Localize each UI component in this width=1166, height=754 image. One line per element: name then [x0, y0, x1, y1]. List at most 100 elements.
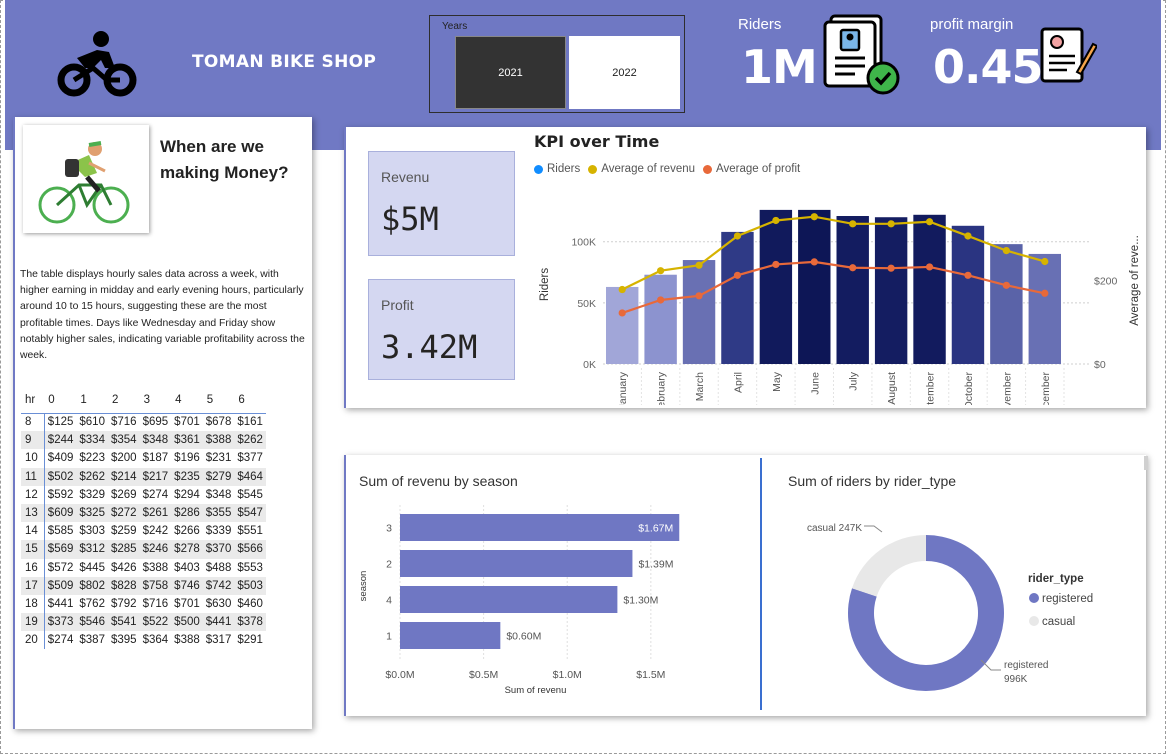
sales-cell: $409 [47, 452, 74, 465]
casual-leader-line [864, 525, 883, 533]
table-row: 14 $585 $303 $259 $242 $266 $339 $551 [21, 522, 266, 541]
revenue-point [849, 220, 857, 228]
sales-cell: $355 [202, 503, 235, 523]
year-option-2021[interactable]: 2021 [455, 36, 566, 109]
hourly-sales-panel: When are we making Money? The table disp… [13, 117, 312, 729]
revenue-card-label: Revenu [381, 169, 430, 185]
sales-cell: $259 [110, 525, 137, 538]
hour-cell: 14 [21, 522, 45, 541]
profit-point [925, 263, 934, 271]
sales-cell: $441 [47, 597, 74, 610]
sales-cell: $426 [110, 561, 137, 574]
season-data-label: $0.60M [506, 631, 541, 643]
season-tick-label: 4 [386, 595, 392, 607]
riders-kpi-value: 1M [741, 40, 818, 94]
sales-cell: $262 [76, 467, 108, 486]
revenue-point [657, 267, 665, 275]
sales-cell: $746 [171, 576, 203, 595]
slicer-label: Years [442, 21, 468, 32]
table-row: 9 $244 $334 $354 $348 $361 $388 $262 [21, 431, 266, 450]
revenue-point [1041, 257, 1049, 266]
sales-cell: $246 [139, 540, 172, 559]
sales-cell: $569 [44, 540, 77, 559]
sales-cell: $509 [44, 576, 77, 595]
sales-cell: $161 [237, 416, 263, 429]
sales-cell: $291 [237, 634, 263, 647]
season-bar [400, 622, 501, 649]
day-column-header[interactable]: 4 [171, 391, 203, 414]
sales-cell: $339 [205, 525, 232, 538]
sales-cell: $378 [234, 613, 266, 632]
table-row: 20 $274 $387 $395 $364 $388 $317 $291 [21, 631, 266, 650]
season-data-label: $1.30M [623, 595, 658, 607]
day-column-header[interactable]: 1 [76, 391, 108, 414]
x-tick-label: $0.0M [385, 669, 414, 681]
x-tick-label: May [771, 371, 783, 392]
legend-item-registered: registered [1042, 593, 1093, 605]
panel-heading: When are we making Money? [160, 137, 289, 182]
sales-cell: $547 [234, 503, 266, 523]
sales-cell: $828 [107, 576, 140, 595]
sales-cell: $364 [142, 634, 169, 647]
contract-pen-icon [1040, 27, 1097, 83]
day-column-header[interactable]: 0 [44, 391, 77, 414]
season-bar [400, 586, 618, 613]
table-row: 8 $125 $610 $716 $695 $701 $678 $161 [21, 413, 266, 432]
sales-cell: $279 [202, 467, 235, 486]
hour-cell: 12 [21, 485, 45, 504]
sales-cell: $244 [44, 431, 77, 450]
legend-item-profit[interactable]: Average of profit [716, 163, 800, 175]
day-column-header[interactable]: 6 [234, 391, 266, 414]
y-axis-label: season [358, 571, 369, 602]
sales-cell: $312 [76, 540, 108, 559]
table-row: 19 $373 $546 $541 $522 $500 $441 $378 [21, 613, 266, 632]
revenue-point [1002, 247, 1010, 255]
day-column-header[interactable]: 5 [202, 391, 235, 414]
x-tick-label: July [848, 371, 860, 390]
sales-cell: $630 [205, 597, 232, 610]
sales-cell: $214 [107, 467, 140, 486]
sales-cell: $373 [44, 613, 77, 632]
sales-cell: $502 [44, 467, 77, 486]
sales-cell: $235 [171, 467, 203, 486]
bottom-divider [760, 458, 762, 710]
sales-cell: $503 [234, 576, 266, 595]
riders-by-type-chart: registered 996K casual 247K rider_typeregis… [807, 523, 1093, 691]
sales-cell: $370 [202, 540, 235, 559]
season-chart-title: Sum of revenu by season [359, 473, 518, 489]
kpi-chart-title: KPI over Time [534, 132, 660, 151]
year-option-2022[interactable]: 2022 [569, 36, 680, 109]
day-column-header[interactable]: 3 [139, 391, 172, 414]
registered-data-label: registered [1004, 660, 1048, 671]
day-column-header[interactable]: 2 [107, 391, 140, 414]
sales-cell: $545 [237, 488, 263, 501]
x-tick-label: January [617, 371, 629, 405]
hour-column-header[interactable]: hr [21, 391, 45, 414]
sales-cell: $272 [107, 503, 140, 523]
x-tick-label: March [694, 372, 706, 401]
hour-cell: 13 [21, 503, 45, 523]
revenue-point [618, 285, 626, 294]
legend-item-riders[interactable]: Riders [547, 163, 580, 175]
profit-point [618, 309, 626, 317]
revenue-point [695, 261, 703, 269]
y-axis-label: Riders [539, 268, 551, 301]
sales-cell: $278 [171, 540, 203, 559]
table-row: 10 $409 $223 $200 $187 $196 $231 $377 [21, 449, 266, 468]
table-row: 16 $572 $445 $426 $388 $403 $488 $553 [21, 558, 266, 577]
revenue-point [887, 220, 895, 228]
riders-bar [913, 214, 946, 364]
legend-item-revenue[interactable]: Average of revenu [601, 163, 695, 175]
profit-point [657, 296, 665, 304]
registered-data-value: 996K [1004, 674, 1028, 685]
x-tick-label: $1.5M [636, 669, 665, 681]
sales-cell: $325 [76, 503, 108, 523]
hour-cell: 17 [21, 576, 45, 595]
scrollbar-thumb[interactable] [1144, 456, 1148, 470]
sales-cell: $361 [171, 431, 203, 450]
season-data-label: $1.39M [638, 559, 673, 571]
profit-point [733, 271, 742, 279]
panel-description: The table displays hourly sales data acr… [20, 269, 305, 362]
sales-cell: $217 [139, 467, 172, 486]
x-tick-label: $0.5M [469, 669, 498, 681]
